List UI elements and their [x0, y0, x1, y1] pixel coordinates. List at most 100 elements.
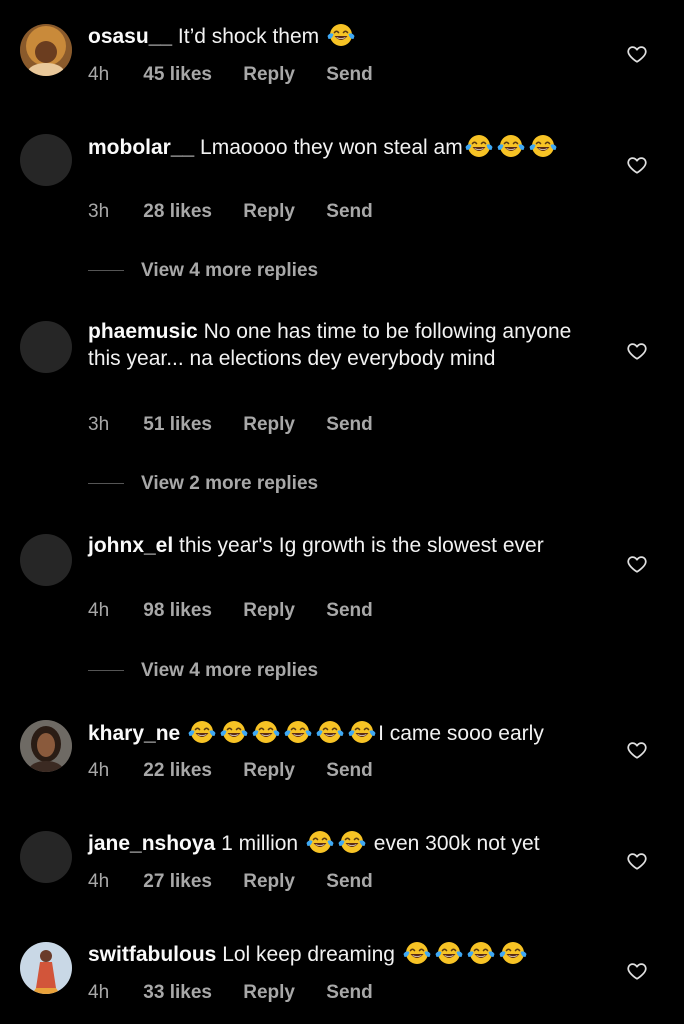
reply-button[interactable]: Reply — [243, 201, 295, 223]
comment-message: this year's Ig growth is the slowest eve… — [179, 534, 544, 557]
view-more-replies-button[interactable]: View 2 more replies — [88, 473, 318, 495]
comment-meta: 4h 45 likes Reply Send — [88, 64, 373, 86]
comment-likes[interactable]: 45 likes — [143, 64, 212, 86]
comment-message: 1 million — [221, 832, 304, 855]
comment-time: 4h — [88, 871, 110, 892]
comment-username[interactable]: jane_nshoya — [88, 832, 215, 855]
comment-time: 3h — [88, 201, 110, 222]
reply-button[interactable]: Reply — [243, 414, 295, 436]
face-with-tears-of-joy-emoji — [498, 940, 528, 966]
comment-message: I came sooo early — [378, 722, 544, 745]
heart-icon[interactable] — [626, 154, 648, 176]
avatar[interactable] — [20, 134, 72, 186]
comment-meta: 3h 51 likes Reply Send — [88, 414, 373, 436]
face-with-tears-of-joy-emoji — [326, 22, 356, 48]
reply-button[interactable]: Reply — [243, 64, 295, 86]
comment-text: phaemusic No one has time to be followin… — [88, 319, 593, 372]
comment-text: jane_nshoya 1 million even 300k not yet — [88, 829, 593, 858]
comment-username[interactable]: khary_ne — [88, 722, 180, 745]
send-button[interactable]: Send — [326, 982, 372, 1004]
heart-icon[interactable] — [626, 340, 648, 362]
comment-time: 4h — [88, 982, 110, 1003]
heart-icon[interactable] — [626, 850, 648, 872]
view-more-replies-label[interactable]: View 4 more replies — [141, 660, 318, 681]
comment-message: Lmaoooo they won steal am — [200, 136, 463, 159]
send-button[interactable]: Send — [326, 414, 372, 436]
comment-meta: 4h 22 likes Reply Send — [88, 760, 373, 782]
comment-message: Lol keep dreaming — [222, 943, 401, 966]
comment-username[interactable]: phaemusic — [88, 320, 198, 343]
face-with-tears-of-joy-emoji — [187, 719, 217, 745]
heart-icon[interactable] — [626, 960, 648, 982]
comment-likes[interactable]: 33 likes — [143, 982, 212, 1004]
comment-likes[interactable]: 22 likes — [143, 760, 212, 782]
view-more-replies-button[interactable]: View 4 more replies — [88, 660, 318, 682]
avatar[interactable] — [20, 534, 72, 586]
emoji-group — [463, 133, 559, 159]
heart-icon[interactable] — [626, 43, 648, 65]
comment-likes[interactable]: 27 likes — [143, 871, 212, 893]
view-more-replies-label[interactable]: View 4 more replies — [141, 260, 318, 281]
comment-meta: 4h 98 likes Reply Send — [88, 600, 373, 622]
comment-time: 4h — [88, 64, 110, 85]
comment-username[interactable]: switfabulous — [88, 943, 216, 966]
comment-message: It’d shock them — [177, 25, 325, 48]
avatar[interactable] — [20, 720, 72, 772]
comment-time: 4h — [88, 760, 110, 781]
comment-username[interactable]: johnx_el — [88, 534, 173, 557]
emoji-group — [304, 829, 368, 855]
face-with-tears-of-joy-emoji — [528, 133, 558, 159]
comment-time: 3h — [88, 414, 110, 435]
comment-meta: 4h 33 likes Reply Send — [88, 982, 373, 1004]
divider — [88, 483, 124, 485]
reply-button[interactable]: Reply — [243, 760, 295, 782]
face-with-tears-of-joy-emoji — [283, 719, 313, 745]
comment-message-end: even 300k not yet — [367, 832, 540, 855]
face-with-tears-of-joy-emoji — [347, 719, 377, 745]
reply-button[interactable]: Reply — [243, 871, 295, 893]
avatar[interactable] — [20, 831, 72, 883]
emoji-group — [186, 719, 378, 745]
comment-likes[interactable]: 28 likes — [143, 201, 212, 223]
comment-text: johnx_el this year's Ig growth is the sl… — [88, 533, 593, 560]
comment-text: switfabulous Lol keep dreaming — [88, 940, 593, 969]
divider — [88, 670, 124, 672]
comment-username[interactable]: osasu__ — [88, 25, 172, 48]
avatar[interactable] — [20, 942, 72, 994]
face-with-tears-of-joy-emoji — [337, 829, 367, 855]
heart-icon[interactable] — [626, 739, 648, 761]
avatar[interactable] — [20, 321, 72, 373]
comment-text: khary_ne I came sooo early — [88, 719, 593, 748]
face-with-tears-of-joy-emoji — [251, 719, 281, 745]
comment-likes[interactable]: 51 likes — [143, 414, 212, 436]
face-with-tears-of-joy-emoji — [402, 940, 432, 966]
send-button[interactable]: Send — [326, 760, 372, 782]
comment-meta: 3h 28 likes Reply Send — [88, 201, 373, 223]
reply-button[interactable]: Reply — [243, 600, 295, 622]
comment-username[interactable]: mobolar__ — [88, 136, 194, 159]
comment-likes[interactable]: 98 likes — [143, 600, 212, 622]
face-with-tears-of-joy-emoji — [464, 133, 494, 159]
send-button[interactable]: Send — [326, 871, 372, 893]
comment-text: mobolar__ Lmaoooo they won steal am — [88, 133, 593, 162]
face-with-tears-of-joy-emoji — [434, 940, 464, 966]
emoji-group — [325, 22, 357, 48]
face-with-tears-of-joy-emoji — [466, 940, 496, 966]
comment-time: 4h — [88, 600, 110, 621]
avatar[interactable] — [20, 24, 72, 76]
face-with-tears-of-joy-emoji — [315, 719, 345, 745]
comment-text: osasu__ It’d shock them — [88, 22, 593, 51]
send-button[interactable]: Send — [326, 600, 372, 622]
send-button[interactable]: Send — [326, 201, 372, 223]
emoji-group — [401, 940, 529, 966]
view-more-replies-button[interactable]: View 4 more replies — [88, 260, 318, 282]
face-with-tears-of-joy-emoji — [305, 829, 335, 855]
face-with-tears-of-joy-emoji — [496, 133, 526, 159]
divider — [88, 270, 124, 272]
heart-icon[interactable] — [626, 553, 648, 575]
reply-button[interactable]: Reply — [243, 982, 295, 1004]
view-more-replies-label[interactable]: View 2 more replies — [141, 473, 318, 494]
send-button[interactable]: Send — [326, 64, 372, 86]
face-with-tears-of-joy-emoji — [219, 719, 249, 745]
comment-meta: 4h 27 likes Reply Send — [88, 871, 373, 893]
